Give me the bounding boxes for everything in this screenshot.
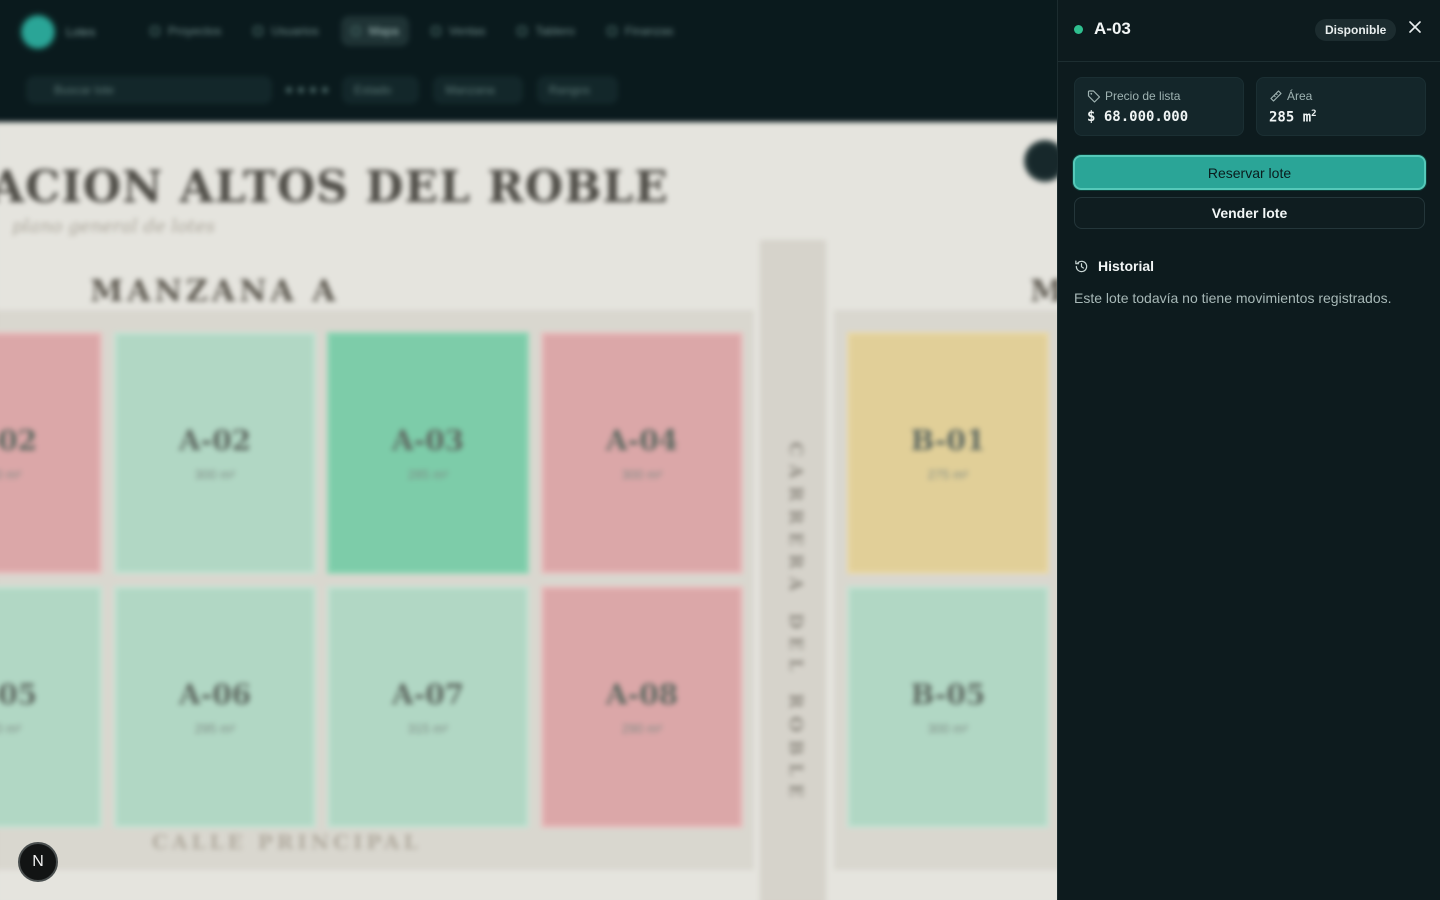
area-card: Área 285 m2 xyxy=(1256,77,1426,136)
lot-code: A-08 xyxy=(605,678,679,711)
block-label-a: MANZANA A xyxy=(90,274,340,309)
lot-area: 315 m² xyxy=(407,721,449,736)
lot-detail-drawer: A-03 Disponible Precio de lista $ 68.000… xyxy=(1057,0,1440,900)
nav-label: Tablero xyxy=(535,24,575,38)
nav-item-mapa[interactable]: Mapa xyxy=(340,16,409,46)
nav-label: Finanzas xyxy=(624,24,674,38)
lot-code: A-02 xyxy=(0,424,38,457)
lot-code: B-01 xyxy=(910,424,986,457)
lot-area: 300 m² xyxy=(194,467,236,482)
app-logo[interactable] xyxy=(22,16,54,48)
user-avatar[interactable]: N xyxy=(18,842,58,882)
close-icon xyxy=(1409,21,1421,33)
nav-item-tablero[interactable]: Tablero xyxy=(507,16,584,46)
lot-tile[interactable]: A-02 200 m² xyxy=(0,332,102,574)
lot-code: A-07 xyxy=(391,678,465,711)
nav-label: Proyectos xyxy=(168,24,222,38)
lot-code: A-03 xyxy=(391,424,465,457)
reserve-lot-button[interactable]: Reservar lote xyxy=(1073,155,1426,190)
chart-icon xyxy=(517,26,528,36)
nav-label: Mapa xyxy=(368,24,399,38)
lot-area: 300 m² xyxy=(621,467,663,482)
nav-item-finanzas[interactable]: Finanzas xyxy=(597,16,684,46)
lot-code: A-02 xyxy=(178,424,252,457)
map-control-button[interactable] xyxy=(1028,144,1057,178)
lot-tile[interactable]: A-05 200 m² xyxy=(0,586,102,828)
filter-estado[interactable]: Estado xyxy=(342,76,420,104)
lot-tile[interactable]: A-07 315 m² xyxy=(327,586,529,828)
lot-tile[interactable]: A-06 295 m² xyxy=(114,586,316,828)
drawer-header: A-03 Disponible xyxy=(1058,0,1440,62)
price-card: Precio de lista $ 68.000.000 xyxy=(1074,77,1244,136)
history-icon xyxy=(1075,260,1088,273)
nav-item-ventas[interactable]: Ventas xyxy=(421,16,496,46)
lot-code: B-05 xyxy=(910,678,986,711)
lot-area: 275 m² xyxy=(927,467,969,482)
top-navbar: Lotes Proyectos Usuarios Mapa Ventas Tab… xyxy=(0,0,1057,122)
nav-label: Ventas xyxy=(448,24,486,38)
area-unit-exponent: 2 xyxy=(1311,109,1317,119)
lot-title: A-03 xyxy=(1094,19,1131,38)
lot-tile[interactable]: A-04 300 m² xyxy=(541,332,743,574)
lot-area: 200 m² xyxy=(0,467,22,482)
area-value: 285 m2 xyxy=(1269,109,1317,126)
tag-icon xyxy=(1087,90,1101,103)
block-label-b: M xyxy=(1030,274,1057,309)
nav-item-proyectos[interactable]: Proyectos xyxy=(140,16,231,46)
road-horizontal-label: CALLE PRINCIPAL xyxy=(152,830,422,854)
history-title: Historial xyxy=(1098,258,1155,274)
status-dots[interactable] xyxy=(286,87,328,93)
nav-item-usuarios[interactable]: Usuarios xyxy=(243,16,328,46)
history-empty-message: Este lote todavía no tiene movimientos r… xyxy=(1074,290,1392,306)
area-number: 285 m xyxy=(1269,109,1312,126)
price-value: $ 68.000.000 xyxy=(1087,109,1189,125)
users-icon xyxy=(253,26,264,36)
folder-icon xyxy=(150,26,160,36)
app-logo-text: Lotes xyxy=(66,25,96,39)
ruler-icon xyxy=(1270,90,1282,102)
background-app: Lotes Proyectos Usuarios Mapa Ventas Tab… xyxy=(0,0,1057,900)
filter-rangos[interactable]: Rangos xyxy=(536,76,619,104)
lot-tile[interactable]: A-02 300 m² xyxy=(114,332,316,574)
main-nav: Proyectos Usuarios Mapa Ventas Tablero F… xyxy=(140,16,684,46)
close-button[interactable] xyxy=(1404,16,1426,38)
lot-code: A-05 xyxy=(0,678,38,711)
wallet-icon xyxy=(606,26,617,36)
search-input[interactable]: Buscar lote xyxy=(26,76,272,104)
status-dot xyxy=(1074,25,1083,34)
lot-code: A-06 xyxy=(178,678,252,711)
lot-tile[interactable]: B-05 300 m² xyxy=(847,586,1049,828)
lot-area: 285 m² xyxy=(407,467,449,482)
lot-tile[interactable]: A-08 290 m² xyxy=(541,586,743,828)
filter-bar: Buscar lote Estado Manzana Rangos xyxy=(26,76,619,104)
lot-map: ACION ALTOS DEL ROBLE plano general de l… xyxy=(0,122,1057,900)
map-title: ACION ALTOS DEL ROBLE xyxy=(0,162,669,213)
lot-tile-selected[interactable]: A-03 285 m² xyxy=(327,332,529,574)
sell-lot-button[interactable]: Vender lote xyxy=(1074,197,1425,229)
status-badge: Disponible xyxy=(1315,19,1397,41)
map-icon xyxy=(350,26,361,36)
nav-label: Usuarios xyxy=(271,24,319,38)
lot-area: 295 m² xyxy=(194,721,236,736)
filter-manzana[interactable]: Manzana xyxy=(433,76,523,104)
area-label: Área xyxy=(1287,89,1313,103)
lot-area: 290 m² xyxy=(621,721,663,736)
map-subtitle: plano general de lotes xyxy=(12,216,216,237)
lot-code: A-04 xyxy=(605,424,679,457)
lot-tile[interactable]: B-01 275 m² xyxy=(847,332,1049,574)
tag-icon xyxy=(430,26,441,36)
lot-area: 200 m² xyxy=(0,721,22,736)
road-vertical-label: CARRERA DEL ROBLE xyxy=(785,442,806,806)
lot-area: 300 m² xyxy=(927,721,969,736)
price-label: Precio de lista xyxy=(1105,89,1181,103)
